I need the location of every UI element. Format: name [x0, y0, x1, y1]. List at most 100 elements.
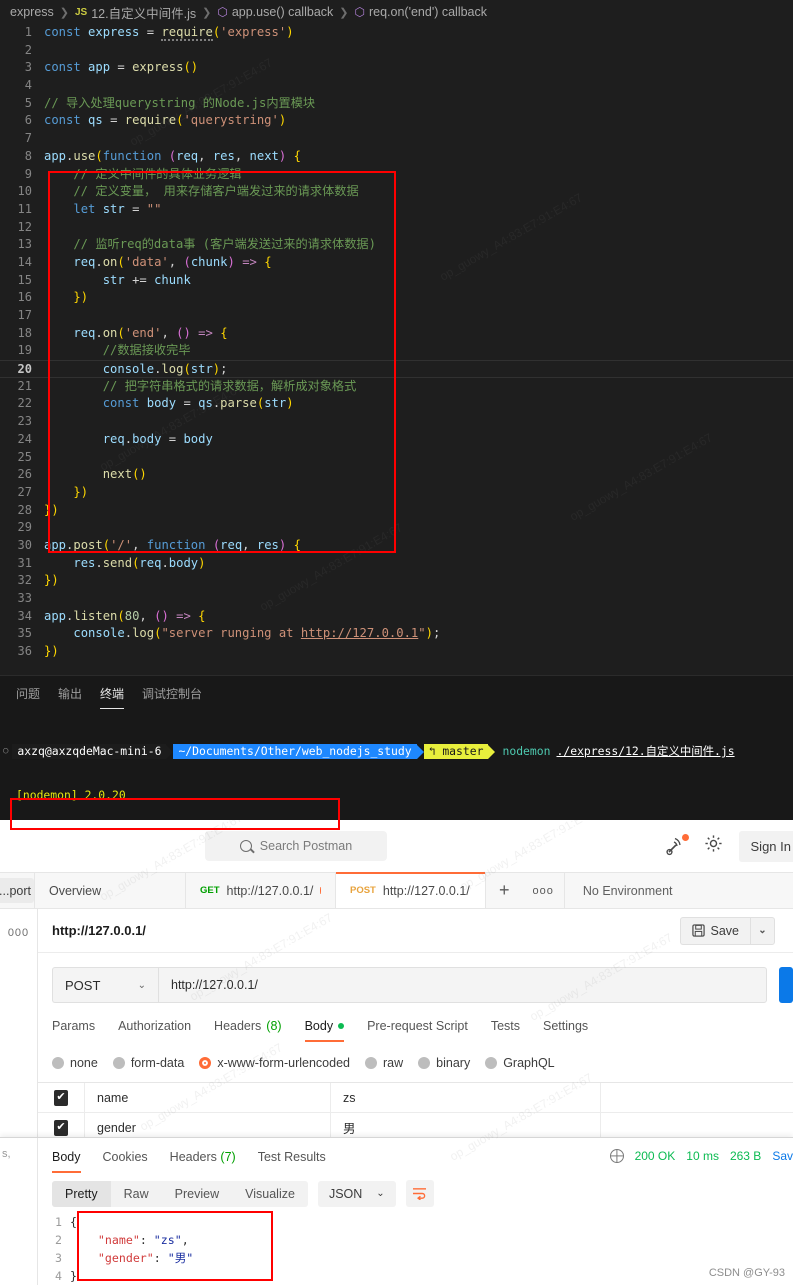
wrap-lines-icon[interactable] [405, 1180, 434, 1207]
method-selector[interactable]: POST ⌄ [52, 967, 158, 1003]
checkbox-checked-icon: ✔ [54, 1119, 68, 1136]
import-button[interactable]: ...port [0, 878, 34, 903]
option-label: none [70, 1056, 98, 1070]
format-tab-preview[interactable]: Preview [162, 1181, 232, 1207]
row-description[interactable] [600, 1082, 793, 1113]
code-line-active: 20 console.log(str); [0, 360, 793, 378]
code-line: 30 app.post('/', function (req, res) { [0, 537, 793, 555]
code-line: 2 [0, 42, 793, 60]
body-type-none[interactable]: none [52, 1056, 98, 1070]
line-number: 4 [55, 1269, 62, 1283]
code-line: 9 // 定义中间件的具体业务逻辑 [0, 166, 793, 184]
code-area[interactable]: 1 const express = require('express') 2 3c… [0, 24, 793, 675]
panel-tab-debug-console[interactable]: 调试控制台 [142, 685, 202, 709]
line-number: 25 [17, 449, 32, 464]
save-button[interactable]: Save [679, 916, 750, 945]
request-tab-tests[interactable]: Tests [491, 1019, 520, 1042]
js-file-icon: JS [75, 6, 88, 18]
request-tab-authorization[interactable]: Authorization [118, 1019, 191, 1042]
breadcrumb-item-express[interactable]: express [10, 5, 54, 19]
format-tab-raw[interactable]: Raw [111, 1181, 162, 1207]
checkbox-checked-icon: ✔ [54, 1089, 68, 1106]
content-type-selector[interactable]: JSON ⌄ [317, 1180, 396, 1207]
radio-icon [418, 1057, 431, 1069]
tab-label: Body [52, 1150, 81, 1164]
panel-tab-problems[interactable]: 问题 [16, 685, 40, 709]
panel-tab-terminal[interactable]: 终端 [100, 685, 125, 709]
prompt-arrow-icon [416, 744, 424, 759]
line-number: 28 [17, 502, 32, 517]
environment-selector[interactable]: No Environment [565, 873, 691, 908]
code-line: 15 str += chunk [0, 272, 793, 290]
sidebar-more-button[interactable]: 000 [0, 909, 38, 1143]
response-tab-cookies[interactable]: Cookies [103, 1150, 148, 1173]
tab-get-request[interactable]: GET http://127.0.0.1/ [186, 873, 336, 908]
json-value: "男" [167, 1251, 194, 1265]
save-response-button[interactable]: Sav [772, 1149, 793, 1163]
json-key: "gender" [97, 1251, 154, 1265]
code-line: 5 // 导入处理querystring 的Node.js内置模块 [0, 95, 793, 113]
vscode-editor: express ❯ JS 12.自定义中间件.js ❯ ⬡ app.use() … [0, 0, 793, 675]
line-number: 10 [17, 184, 32, 199]
url-link[interactable]: http://127.0.0.1 [301, 626, 418, 640]
sign-in-button[interactable]: Sign In [738, 830, 793, 862]
response-body-json[interactable]: 1{ 2 "name": "zs", 3 "gender": "男" 4} [38, 1213, 793, 1285]
row-checkbox[interactable]: ✔ [38, 1089, 84, 1106]
body-type-graphql[interactable]: GraphQL [485, 1056, 555, 1070]
prompt-file-arg[interactable]: ./express/12.自定义中间件.js [551, 744, 735, 759]
line-number: 34 [17, 608, 32, 623]
response-tab-test-results[interactable]: Test Results [258, 1150, 326, 1173]
tab-more-button[interactable]: ooo [523, 873, 565, 908]
response-toolbar: Pretty Raw Preview Visualize JSON ⌄ [38, 1173, 793, 1207]
search-input[interactable]: Search Postman [205, 831, 387, 861]
code-line: 8 app.use(function (req, res, next) { [0, 148, 793, 166]
code-line: 18 req.on('end', () => { [0, 325, 793, 343]
response-tab-body[interactable]: Body [52, 1150, 81, 1173]
breadcrumb-item-file[interactable]: JS 12.自定义中间件.js [75, 3, 196, 22]
breadcrumb-item-appuse[interactable]: ⬡ app.use() callback [217, 5, 333, 19]
tab-post-request[interactable]: POST http://127.0.0.1/ [336, 872, 486, 908]
row-key[interactable]: name [84, 1082, 330, 1113]
code-comment: // 监听req的data事 (客户端发送过来的请求体数据) [44, 237, 376, 252]
option-label: binary [436, 1056, 471, 1070]
code-comment: // 导入处理querystring 的Node.js内置模块 [44, 95, 316, 110]
body-type-form-data[interactable]: form-data [112, 1056, 184, 1070]
body-type-urlencoded[interactable]: x-www-form-urlencoded [199, 1056, 350, 1070]
json-separator: : [153, 1251, 168, 1265]
request-tab-body[interactable]: Body [304, 1019, 345, 1042]
breadcrumb-item-reqonend[interactable]: ⬡ req.on('end') callback [355, 5, 488, 19]
request-tab-params[interactable]: Params [52, 1019, 95, 1042]
url-input[interactable]: http://127.0.0.1/ [158, 967, 767, 1003]
panel-tab-output[interactable]: 输出 [58, 685, 82, 709]
prompt-user: axzq@axzqdeMac-mini-6 [12, 744, 167, 760]
postman-app: Search Postman Sign In ...port Overview … [0, 820, 793, 1285]
body-type-binary[interactable]: binary [418, 1056, 470, 1070]
new-tab-button[interactable]: + [486, 873, 523, 908]
row-value[interactable]: zs [330, 1082, 600, 1113]
tab-overview[interactable]: Overview [34, 873, 186, 908]
request-tab-settings[interactable]: Settings [543, 1019, 588, 1042]
request-title-text: http://127.0.0.1/ [52, 923, 146, 938]
row-checkbox[interactable]: ✔ [38, 1119, 84, 1136]
radio-icon-selected [199, 1057, 212, 1069]
format-tab-visualize[interactable]: Visualize [232, 1181, 308, 1207]
response-tab-headers[interactable]: Headers (7) [170, 1150, 236, 1173]
line-number: 3 [55, 1251, 62, 1265]
code-line: 25 [0, 449, 793, 467]
line-number: 27 [17, 484, 32, 499]
cube-icon: ⬡ [354, 5, 365, 19]
request-tab-pre-request-script[interactable]: Pre-request Script [367, 1019, 468, 1042]
screenshot-root: express ❯ JS 12.自定义中间件.js ❯ ⬡ app.use() … [0, 0, 793, 1285]
status-badge: 200 OK [634, 1149, 676, 1163]
line-number: 21 [17, 378, 32, 393]
request-tab-headers[interactable]: Headers (8) [214, 1019, 282, 1042]
body-type-raw[interactable]: raw [365, 1056, 403, 1070]
table-row[interactable]: ✔ name zs [38, 1082, 793, 1113]
format-tab-pretty[interactable]: Pretty [52, 1180, 111, 1207]
chevron-down-icon[interactable]: ⌄ [750, 916, 775, 945]
send-button[interactable] [779, 967, 793, 1003]
gear-icon[interactable] [704, 834, 723, 858]
line-number: 35 [17, 626, 32, 641]
body-type-options: none form-data x-www-form-urlencoded raw… [38, 1042, 793, 1082]
satellite-icon[interactable] [665, 834, 689, 856]
